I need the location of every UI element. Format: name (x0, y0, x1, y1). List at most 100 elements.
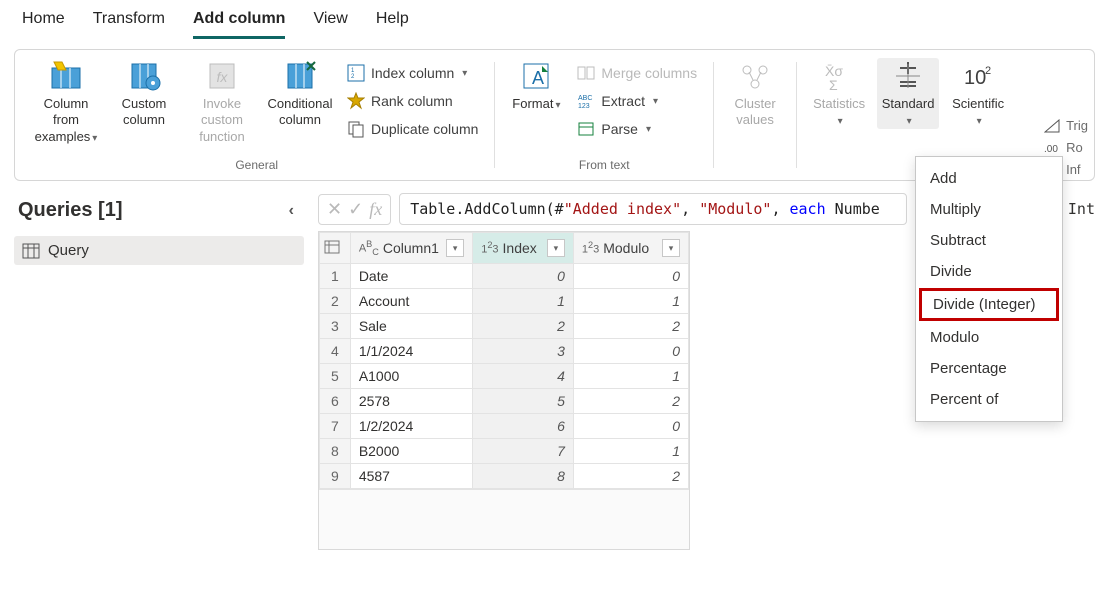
table-row[interactable]: 71/2/202460 (320, 414, 689, 439)
select-all-corner[interactable] (320, 233, 351, 264)
ribbon-tabs: Home Transform Add column View Help (0, 0, 1109, 39)
conditional-column-button[interactable]: Conditional column (265, 58, 335, 129)
dropdown-item-modulo[interactable]: Modulo (916, 322, 1062, 353)
cell-column1[interactable]: 1/2/2024 (350, 414, 472, 439)
dropdown-item-percent-of[interactable]: Percent of (916, 384, 1062, 415)
table-row[interactable]: 2Account11 (320, 289, 689, 314)
table-row[interactable]: 8B200071 (320, 439, 689, 464)
cluster-values-button: Cluster values (726, 58, 784, 129)
scientific-button[interactable]: 102 Scientific▾ (947, 58, 1009, 129)
cell-column1[interactable]: Sale (350, 314, 472, 339)
column-header-index[interactable]: 123Index▾ (473, 233, 574, 264)
extract-icon: ABC123 (577, 92, 595, 110)
table-icon (22, 243, 40, 259)
collapse-queries-icon[interactable]: ‹ (289, 202, 294, 220)
rounding-button[interactable]: .00Ro (1044, 140, 1088, 155)
standard-button[interactable]: Standard▾ (877, 58, 939, 129)
format-button[interactable]: A Format▾ (507, 58, 565, 113)
table-row[interactable]: 5A100041 (320, 364, 689, 389)
cell-modulo[interactable]: 1 (573, 364, 688, 389)
cell-index[interactable]: 4 (473, 364, 574, 389)
label: Standard▾ (882, 96, 935, 129)
cell-modulo[interactable]: 0 (573, 264, 688, 289)
cell-modulo[interactable]: 1 (573, 439, 688, 464)
cell-index[interactable]: 8 (473, 464, 574, 489)
cell-index[interactable]: 3 (473, 339, 574, 364)
dropdown-item-divide[interactable]: Divide (916, 256, 1062, 287)
cell-column1[interactable]: Date (350, 264, 472, 289)
cell-modulo[interactable]: 0 (573, 339, 688, 364)
svg-text:.00: .00 (1044, 144, 1058, 155)
column-header-modulo[interactable]: 123Modulo ▾ (573, 233, 688, 264)
number-type-icon: 123 (582, 240, 599, 256)
index-column-button[interactable]: 12 Index column▾ (343, 62, 482, 84)
query-item[interactable]: Query (14, 236, 304, 265)
extract-button[interactable]: ABC123 Extract▾ (573, 90, 701, 112)
fx-icon[interactable]: fx (369, 199, 382, 220)
column-header-column1[interactable]: ABCColumn1▾ (350, 233, 472, 264)
label: Index column (371, 65, 454, 81)
tab-add-column[interactable]: Add column (193, 10, 285, 39)
dropdown-item-divide-integer-[interactable]: Divide (Integer) (919, 288, 1059, 321)
merge-columns-button: Merge columns (573, 62, 701, 84)
cancel-formula-icon[interactable]: ✕ (327, 199, 342, 220)
trig-icon (1044, 119, 1060, 133)
table-row[interactable]: 3Sale22 (320, 314, 689, 339)
dropdown-item-subtract[interactable]: Subtract (916, 225, 1062, 256)
row-number: 6 (320, 389, 351, 414)
cell-column1[interactable]: A1000 (350, 364, 472, 389)
tab-help[interactable]: Help (376, 10, 409, 39)
label: Conditional column (267, 96, 333, 129)
duplicate-column-button[interactable]: Duplicate column (343, 118, 482, 140)
dropdown-item-multiply[interactable]: Multiply (916, 194, 1062, 225)
cell-column1[interactable]: 2578 (350, 389, 472, 414)
cell-modulo[interactable]: 2 (573, 464, 688, 489)
cell-modulo[interactable]: 2 (573, 389, 688, 414)
accept-formula-icon[interactable]: ✓ (348, 199, 363, 220)
cell-column1[interactable]: B2000 (350, 439, 472, 464)
tab-transform[interactable]: Transform (93, 10, 165, 39)
table-row[interactable]: 41/1/202430 (320, 339, 689, 364)
dropdown-item-add[interactable]: Add (916, 163, 1062, 194)
filter-dropdown-icon[interactable]: ▾ (547, 239, 565, 257)
tab-home[interactable]: Home (22, 10, 65, 39)
number-type-icon: 123 (481, 240, 498, 256)
cell-index[interactable]: 1 (473, 289, 574, 314)
formula-bar[interactable]: Table.AddColumn(#"Added index", "Modulo"… (399, 193, 907, 225)
label: Duplicate column (371, 121, 478, 137)
dropdown-item-percentage[interactable]: Percentage (916, 353, 1062, 384)
row-number: 1 (320, 264, 351, 289)
cell-index[interactable]: 2 (473, 314, 574, 339)
cell-modulo[interactable]: 1 (573, 289, 688, 314)
trig-button[interactable]: Trig (1044, 118, 1088, 133)
filter-dropdown-icon[interactable]: ▾ (446, 239, 464, 257)
cell-index[interactable]: 6 (473, 414, 574, 439)
cell-modulo[interactable]: 2 (573, 314, 688, 339)
rank-column-button[interactable]: Rank column (343, 90, 482, 112)
cell-index[interactable]: 7 (473, 439, 574, 464)
filter-dropdown-icon[interactable]: ▾ (662, 239, 680, 257)
statistics-button: X̄σΣ Statistics▾ (809, 58, 869, 129)
cell-column1[interactable]: Account (350, 289, 472, 314)
tab-view[interactable]: View (313, 10, 347, 39)
cell-column1[interactable]: 1/1/2024 (350, 339, 472, 364)
cell-column1[interactable]: 4587 (350, 464, 472, 489)
column-from-examples-button[interactable]: Column from examples▾ (31, 58, 101, 145)
column-name: Modulo (603, 240, 649, 256)
merge-icon (577, 64, 595, 82)
cell-modulo[interactable]: 0 (573, 414, 688, 439)
custom-column-button[interactable]: Custom column (109, 58, 179, 129)
table-row[interactable]: 1Date00 (320, 264, 689, 289)
cell-index[interactable]: 0 (473, 264, 574, 289)
group-general-label: General (31, 158, 482, 172)
cell-index[interactable]: 5 (473, 389, 574, 414)
svg-text:10: 10 (964, 67, 986, 89)
table-row[interactable]: 9458782 (320, 464, 689, 489)
label: Cluster values (728, 96, 782, 129)
rank-column-icon (347, 92, 365, 110)
group-fromtext-label: From text (507, 158, 701, 172)
table-row[interactable]: 6257852 (320, 389, 689, 414)
label: Statistics▾ (813, 96, 865, 129)
parse-button[interactable]: Parse▾ (573, 118, 701, 140)
row-number: 7 (320, 414, 351, 439)
